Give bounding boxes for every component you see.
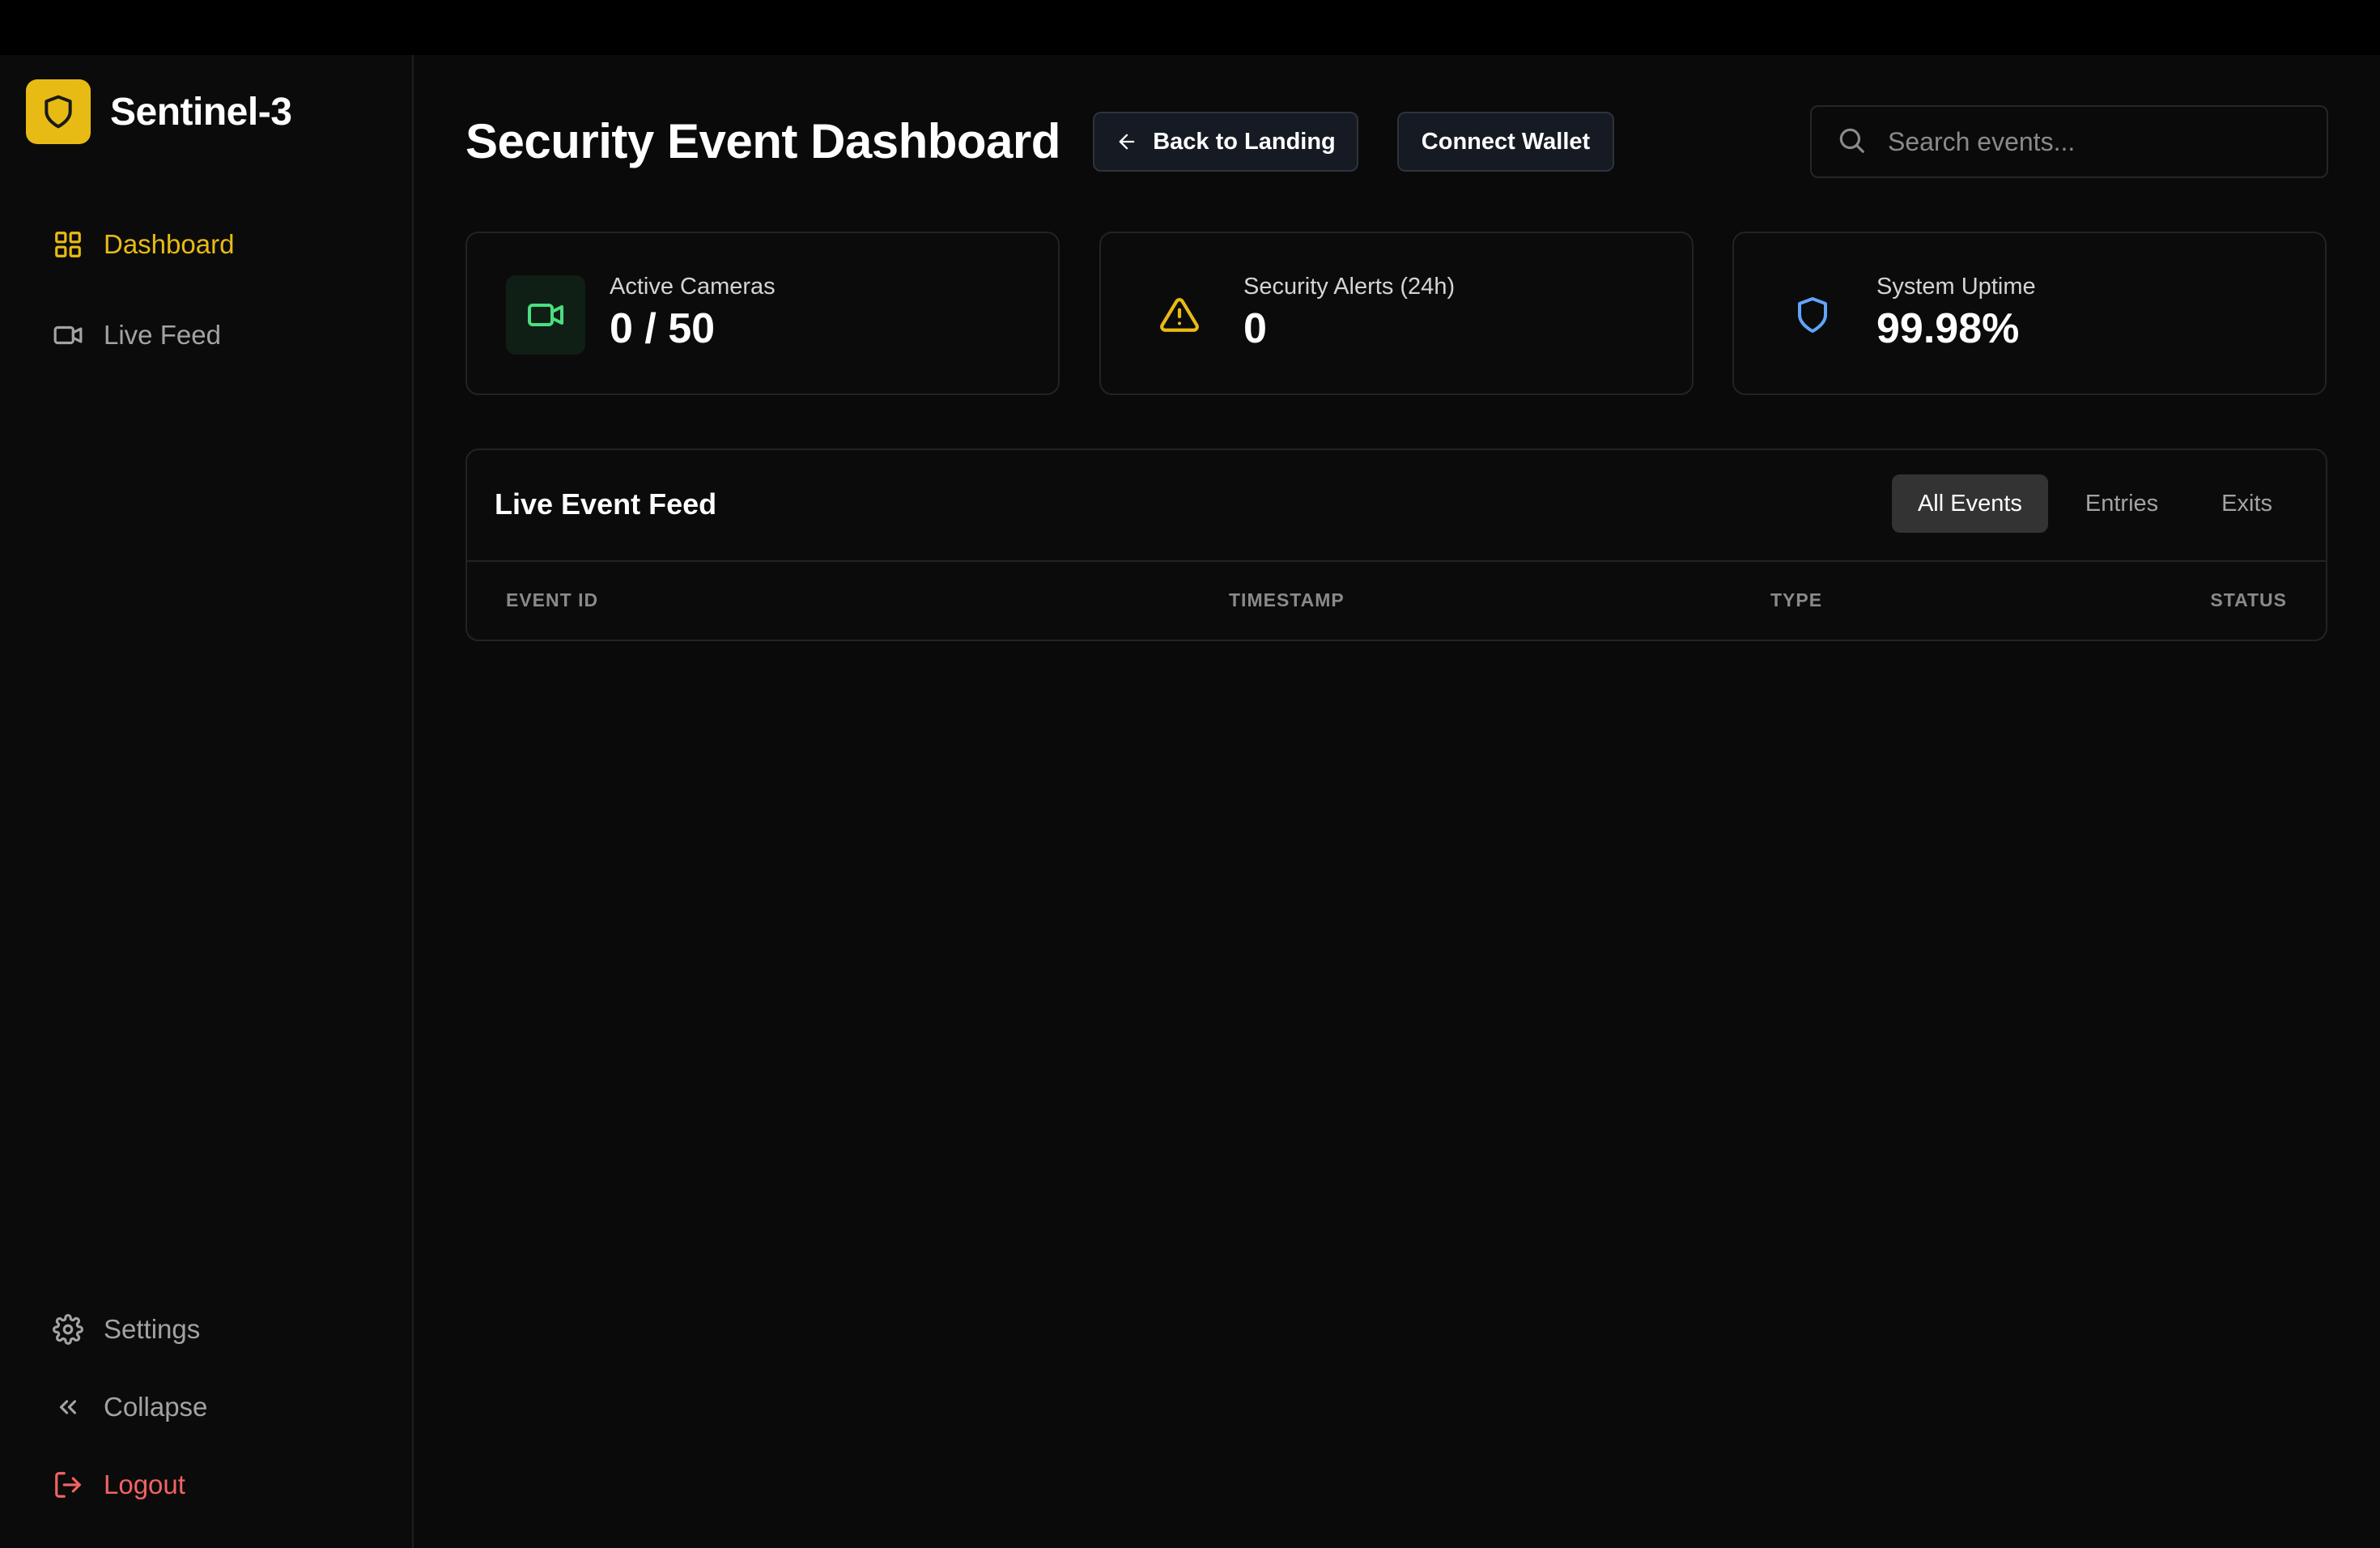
tab-entries[interactable]: Entries (2059, 474, 2184, 533)
brand-name: Sentinel-3 (110, 90, 292, 134)
stat-value: 0 (1243, 305, 1267, 352)
stat-card-system-uptime: System Uptime 99.98% (1732, 232, 2327, 395)
stat-card-active-cameras: Active Cameras 0 / 50 (465, 232, 1060, 395)
sidebar-item-label: Settings (104, 1314, 201, 1344)
alert-triangle-icon (1140, 275, 1219, 355)
sidebar-item-live-feed[interactable]: Live Feed (52, 313, 221, 358)
back-to-landing-button[interactable]: Back to Landing (1093, 112, 1358, 172)
sidebar-item-label: Live Feed (104, 320, 221, 350)
page-title: Security Event Dashboard (465, 114, 1060, 168)
logout-icon (52, 1469, 84, 1501)
feed-title: Live Event Feed (495, 487, 717, 521)
sidebar-item-label: Dashboard (104, 229, 235, 259)
video-icon (506, 275, 585, 355)
search-box[interactable] (1810, 105, 2328, 178)
sidebar-item-label: Logout (104, 1469, 185, 1499)
stat-label: Active Cameras (610, 274, 776, 300)
column-header-status[interactable]: STATUS (2210, 589, 2287, 611)
grid-icon (52, 228, 84, 261)
back-button-label: Back to Landing (1153, 128, 1336, 155)
stat-label: System Uptime (1876, 274, 2036, 300)
shield-icon (1773, 275, 1852, 355)
sidebar-item-logout[interactable]: Logout (52, 1462, 185, 1508)
column-header-timestamp[interactable]: TIMESTAMP (1229, 589, 1345, 611)
sidebar-item-dashboard[interactable]: Dashboard (52, 222, 234, 267)
main-content: Security Event Dashboard Back to Landing… (415, 55, 2380, 1548)
feed-filter-tabs: All Events Entries Exits (1881, 474, 2298, 533)
window-top-bar (0, 0, 2380, 55)
stat-label: Security Alerts (24h) (1243, 274, 1456, 300)
sidebar-item-label: Collapse (104, 1392, 208, 1422)
live-event-feed-panel: Live Event Feed All Events Entries Exits… (465, 449, 2327, 641)
chevrons-left-icon (52, 1391, 84, 1423)
connect-wallet-button[interactable]: Connect Wallet (1397, 112, 1614, 172)
stat-card-security-alerts: Security Alerts (24h) 0 (1099, 232, 1694, 395)
stat-value: 0 / 50 (610, 305, 716, 352)
stat-value: 99.98% (1876, 305, 2020, 352)
connect-wallet-label: Connect Wallet (1421, 128, 1591, 155)
sidebar: Sentinel-3 Dashboard Live Feed Settings (0, 55, 414, 1548)
arrow-left-icon (1116, 130, 1138, 153)
tab-exits[interactable]: Exits (2195, 474, 2298, 533)
sidebar-item-collapse[interactable]: Collapse (52, 1384, 207, 1430)
sidebar-item-settings[interactable]: Settings (52, 1307, 200, 1352)
brand[interactable]: Sentinel-3 (26, 79, 292, 144)
search-input[interactable] (1888, 126, 2309, 157)
shield-logo-icon (26, 79, 91, 144)
column-header-event-id[interactable]: EVENT ID (506, 589, 598, 611)
gear-icon (52, 1313, 84, 1346)
tab-all-events[interactable]: All Events (1891, 474, 2048, 533)
video-icon (52, 319, 84, 351)
feed-header: Live Event Feed All Events Entries Exits (467, 450, 2326, 562)
column-header-type[interactable]: TYPE (1770, 589, 1822, 611)
search-icon (1836, 125, 1867, 159)
